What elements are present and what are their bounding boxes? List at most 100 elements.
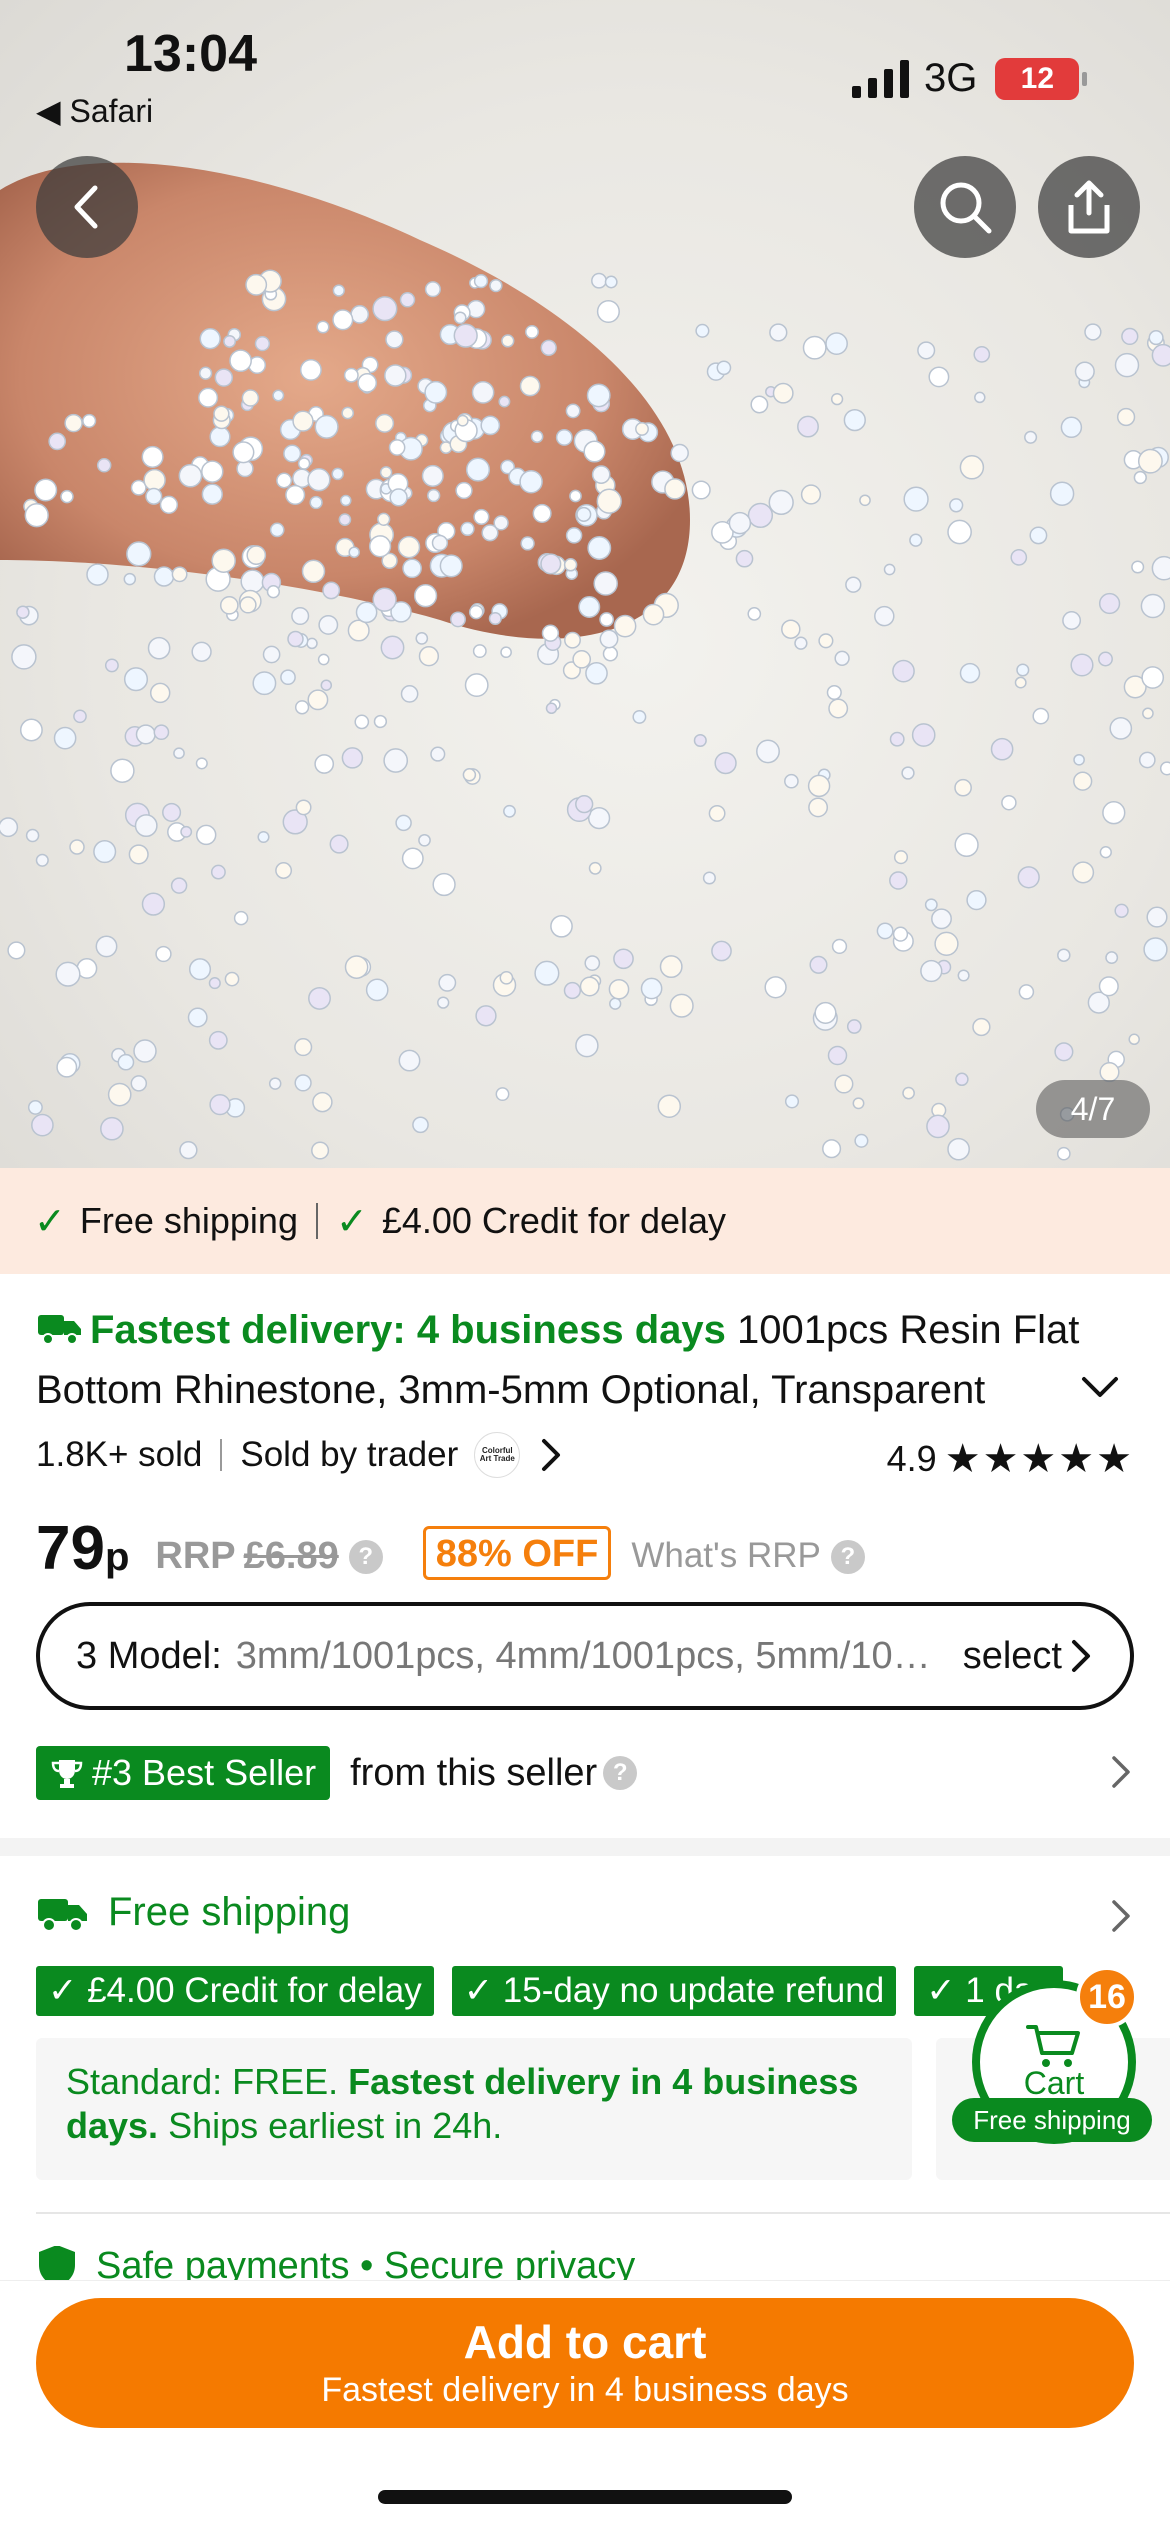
model-selector[interactable]: 3 Model: 3mm/1001pcs, 4mm/1001pcs, 5mm/1…	[36, 1602, 1134, 1710]
sold-count: 1.8K+ sold	[36, 1435, 203, 1474]
rhinestone	[1060, 416, 1083, 439]
rhinestone	[1099, 846, 1112, 859]
rhinestone	[1114, 352, 1140, 378]
rhinestone	[117, 1053, 135, 1071]
add-to-cart-sublabel: Fastest delivery in 4 business days	[321, 2371, 849, 2409]
rhinestone	[575, 1033, 599, 1058]
rhinestone	[332, 309, 354, 331]
add-to-cart-button[interactable]: Add to cart Fastest delivery in 4 busine…	[36, 2298, 1134, 2428]
rhinestone	[591, 272, 607, 289]
seller-logo: Colorful Art Trade	[474, 1432, 521, 1478]
rhinestone	[1151, 343, 1170, 367]
rhinestone	[241, 389, 260, 407]
share-button[interactable]	[1038, 156, 1140, 258]
expand-title-button[interactable]	[1080, 1370, 1120, 1409]
rhinestone	[306, 637, 318, 650]
rhinestone	[519, 469, 543, 494]
rhinestone	[214, 368, 234, 387]
rrp-price: £6.89	[243, 1535, 339, 1577]
rhinestone	[825, 332, 848, 355]
rhinestone	[147, 636, 171, 660]
rhinestone	[246, 545, 267, 565]
rhinestone	[299, 358, 322, 381]
rhinestone	[693, 733, 707, 748]
rhinestone	[314, 754, 335, 774]
rhinestone	[954, 778, 972, 797]
rhinestone	[312, 1091, 333, 1113]
rhinestone	[198, 366, 213, 380]
rhinestone	[153, 566, 175, 587]
rhinestone	[209, 426, 231, 448]
sales-seller-row[interactable]: 1.8K+ sold Sold by trader Colorful Art T…	[36, 1432, 566, 1478]
rhinestone	[438, 973, 457, 992]
cart-label: Cart	[1023, 2064, 1085, 2101]
rhinestone	[955, 1072, 969, 1087]
rhinestone	[1062, 611, 1082, 630]
free-shipping-row[interactable]: Free shipping	[36, 1890, 350, 1935]
rhinestone	[123, 667, 149, 692]
rhinestone	[1072, 861, 1095, 884]
rhinestone	[973, 346, 991, 363]
rhinestone	[972, 1017, 991, 1037]
rhinestone	[439, 554, 463, 578]
product-image[interactable]: 13:04 ◀ Safari 3G 12 4/7	[0, 0, 1170, 1168]
product-title-part1: 1001pcs Resin Flat	[725, 1308, 1080, 1352]
whats-rrp-link[interactable]: What's RRP	[631, 1528, 821, 1584]
best-seller-badge: #3 Best Seller	[36, 1746, 331, 1800]
rhinestone	[424, 281, 441, 298]
rhinestone	[500, 646, 512, 659]
rhinestone	[808, 797, 829, 818]
tag-credit: ✓ £4.00 Credit for delay	[36, 1966, 434, 2016]
rhinestone	[565, 403, 581, 419]
rhinestone	[25, 828, 40, 843]
rhinestone	[257, 830, 270, 844]
rhinestone	[188, 958, 212, 981]
rhinestone	[329, 834, 349, 854]
back-button[interactable]	[36, 156, 138, 258]
standard-prefix: Standard: FREE.	[66, 2061, 349, 2102]
rhinestone	[375, 413, 395, 433]
share-icon	[1068, 180, 1110, 234]
rhinestone	[1029, 526, 1048, 545]
rhinestone	[846, 1019, 862, 1034]
best-seller-row[interactable]: #3 Best Seller from this seller ?	[36, 1746, 638, 1800]
rhinestone	[575, 794, 594, 814]
rhinestone	[424, 380, 448, 404]
back-to-safari-link[interactable]: ◀ Safari	[36, 92, 153, 130]
rhinestone	[437, 996, 450, 1009]
rhinestone	[338, 513, 352, 526]
rhinestone	[583, 440, 606, 463]
rhinestone	[520, 536, 535, 551]
rhinestone	[1032, 707, 1050, 725]
rhinestone	[232, 441, 255, 464]
rhinestone	[966, 889, 987, 911]
chevron-right-icon	[1110, 1896, 1134, 1941]
rhinestone	[307, 468, 331, 492]
rhinestone	[464, 673, 489, 698]
rhinestone	[223, 334, 237, 348]
rhinestone	[1143, 937, 1168, 962]
rhinestone	[1017, 866, 1040, 889]
rhinestone	[430, 746, 446, 762]
rhinestone	[153, 724, 170, 741]
rhinestone	[1138, 751, 1156, 769]
rhinestone	[123, 572, 137, 586]
chevron-right-icon	[1110, 1752, 1134, 1797]
help-icon[interactable]: ?	[830, 1540, 865, 1574]
battery-level: 12	[1020, 61, 1055, 95]
rhinestone	[0, 817, 19, 838]
model-label: 3 Model:	[76, 1634, 222, 1677]
free-shipping-title: Free shipping	[108, 1890, 351, 1934]
help-icon[interactable]: ?	[348, 1540, 383, 1574]
rhinestone	[830, 392, 844, 406]
rhinestone	[291, 606, 310, 626]
help-icon[interactable]: ?	[603, 1756, 638, 1790]
home-indicator[interactable]	[378, 2490, 792, 2504]
rhinestone	[34, 478, 58, 502]
rating[interactable]: 4.9 ★★★★★	[887, 1436, 1134, 1482]
search-button[interactable]	[914, 156, 1016, 258]
rhinestone	[794, 636, 808, 650]
rhinestone	[322, 581, 341, 600]
rhinestone	[843, 408, 866, 432]
rhinestone	[931, 908, 952, 930]
